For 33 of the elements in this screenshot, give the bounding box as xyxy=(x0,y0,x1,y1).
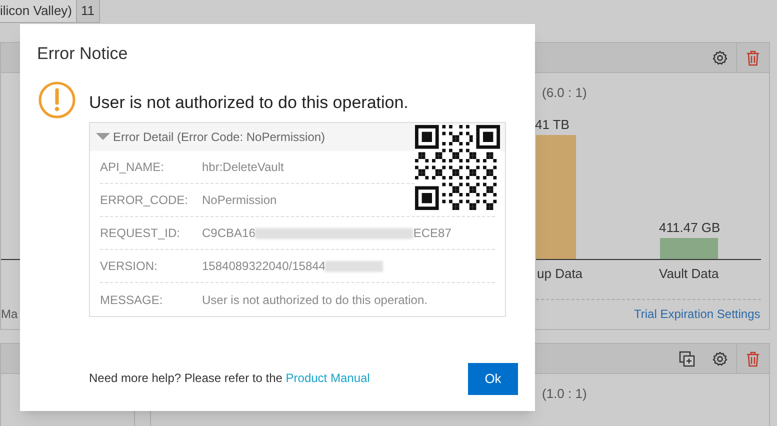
tab[interactable]: ilicon Valley) xyxy=(0,0,78,23)
dialog-title: Error Notice xyxy=(37,43,128,65)
axis-label: up Data xyxy=(537,265,583,283)
trash-icon[interactable] xyxy=(746,50,760,66)
field-value: NoPermission xyxy=(202,192,277,209)
trial-expiration-link[interactable]: Trial Expiration Settings xyxy=(634,305,760,323)
settings-icon[interactable] xyxy=(712,350,728,366)
field-label: MESSAGE: xyxy=(100,292,164,308)
field-value: User is not authorized to do this operation. xyxy=(202,292,428,308)
settings-icon[interactable] xyxy=(712,50,728,66)
tab[interactable]: 11 xyxy=(77,0,100,23)
error-message: User is not authorized to do this operation. xyxy=(89,92,408,114)
ratio-text: (1.0 : 1) xyxy=(542,385,587,403)
ok-button[interactable]: Ok xyxy=(468,363,518,395)
field-label: API_NAME: xyxy=(100,159,166,176)
field-value: C9CBA16 xyxy=(202,225,256,242)
bar-value: 41 TB xyxy=(535,116,570,134)
field-label: VERSION: xyxy=(100,258,158,275)
trash-icon[interactable] xyxy=(746,350,760,366)
axis-label: Vault Data xyxy=(659,265,719,283)
section-label: Ma xyxy=(1,306,18,323)
field-label: ERROR_CODE: xyxy=(100,192,190,209)
field-value: ECE87 xyxy=(413,225,452,242)
warning-icon xyxy=(38,81,76,119)
caret-icon xyxy=(96,133,110,141)
field-value: hbr:DeleteVault xyxy=(202,159,284,176)
field-value: 1584089322040/15844 xyxy=(202,258,326,275)
field-label: REQUEST_ID: xyxy=(100,225,182,242)
copy-plus-icon[interactable] xyxy=(678,350,694,366)
bar-value: 411.47 GB xyxy=(659,219,720,237)
product-manual-link[interactable]: Product Manual xyxy=(286,371,370,385)
help-text: Need more help? Please refer to the Product Manual xyxy=(89,370,370,387)
ratio-text: (6.0 : 1) xyxy=(542,84,587,102)
